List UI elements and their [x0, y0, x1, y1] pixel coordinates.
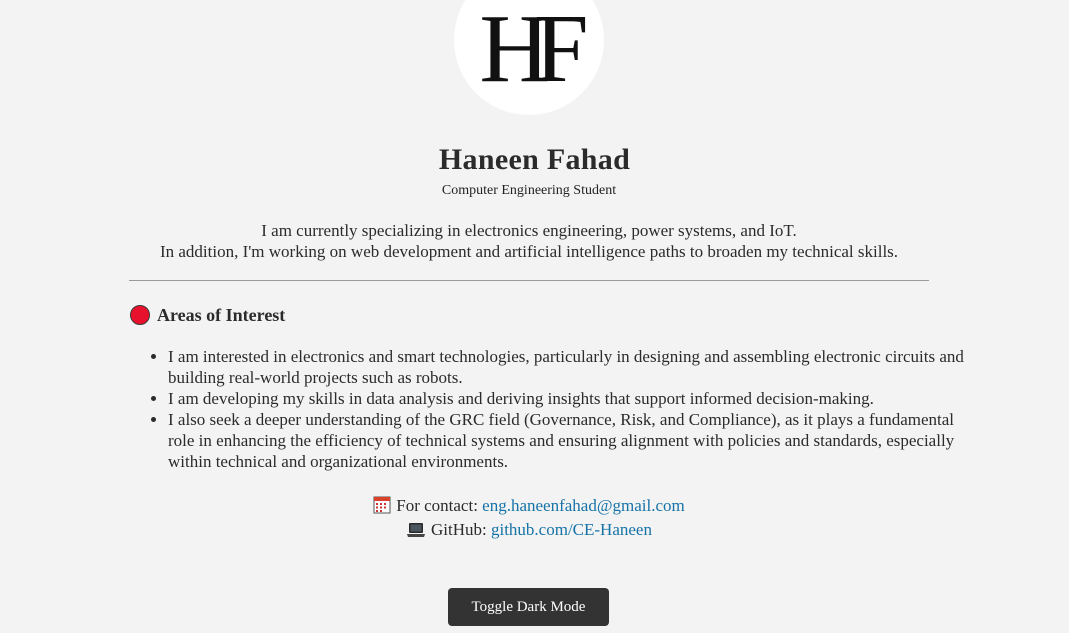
profile-name: Haneen Fahad	[438, 143, 631, 176]
profile-page: HF Haneen Fahad Computer Engineering Stu…	[0, 0, 1069, 633]
interests-list: I am interested in electronics and smart…	[128, 346, 968, 472]
intro-line-1: I am currently specializing in electroni…	[261, 221, 797, 240]
calendar-icon	[373, 496, 391, 514]
list-item: I am interested in electronics and smart…	[168, 346, 968, 388]
red-circle-icon	[130, 305, 150, 325]
contact-section: For contact: eng.haneenfahad@gmail.com G…	[0, 494, 1058, 542]
section-divider	[129, 280, 929, 281]
github-label: GitHub:	[431, 520, 487, 539]
profile-subtitle: Computer Engineering Student	[441, 183, 617, 198]
email-link[interactable]: eng.haneenfahad@gmail.com	[482, 496, 685, 515]
list-item: I also seek a deeper understanding of th…	[168, 409, 968, 472]
email-label: For contact:	[396, 496, 478, 515]
intro-text: I am currently specializing in electroni…	[0, 220, 1058, 262]
laptop-icon	[407, 523, 425, 537]
interests-title: Areas of Interest	[157, 304, 286, 325]
hf-logo: HF	[454, 0, 604, 115]
intro-line-2: In addition, I'm working on web developm…	[159, 242, 899, 261]
svg-text:HF: HF	[479, 0, 585, 103]
email-row: For contact: eng.haneenfahad@gmail.com	[0, 494, 1058, 518]
toggle-dark-mode-button[interactable]: Toggle Dark Mode	[448, 588, 609, 626]
list-item: I am developing my skills in data analys…	[168, 388, 968, 409]
github-link[interactable]: github.com/CE-Haneen	[491, 520, 652, 539]
hf-monogram-icon: HF	[479, 0, 601, 103]
github-row: GitHub: github.com/CE-Haneen	[0, 518, 1058, 542]
interests-heading: Areas of Interest	[130, 303, 285, 327]
